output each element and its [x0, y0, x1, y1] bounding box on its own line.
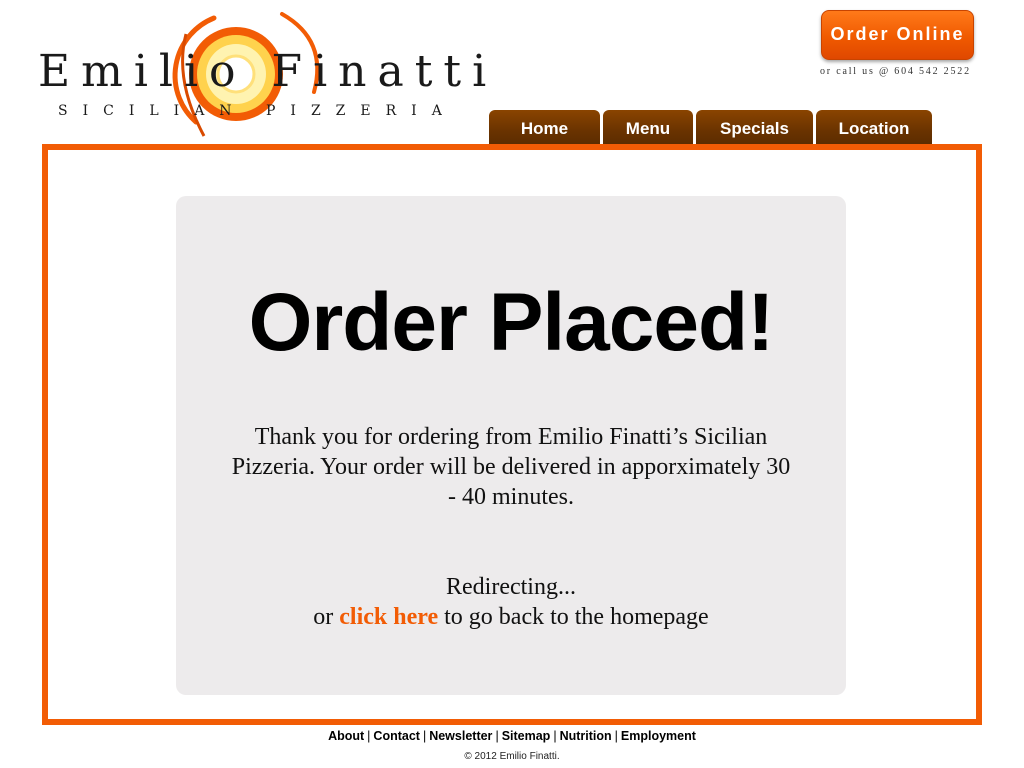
footer-link-newsletter[interactable]: Newsletter	[429, 729, 492, 743]
content-frame: Order Placed! Thank you for ordering fro…	[42, 144, 982, 725]
site-logo[interactable]: Emilio Finatti Sicilian Pizzeria	[36, 10, 486, 140]
footer-link-about[interactable]: About	[328, 729, 364, 743]
confirmation-message: Thank you for ordering from Emilio Finat…	[231, 424, 791, 510]
footer-separator: |	[422, 729, 427, 743]
footer-link-nutrition[interactable]: Nutrition	[560, 729, 612, 743]
footer-separator: |	[614, 729, 618, 743]
footer-links: About | Contact | Newsletter | Sitemap | Nutriti…	[0, 729, 1024, 743]
nav-tab-location[interactable]: Location	[816, 110, 932, 145]
footer-link-contact[interactable]: Contact	[373, 729, 420, 743]
redirect-status: Redirecting...	[446, 574, 576, 600]
nav-tab-menu[interactable]: Menu	[603, 110, 693, 145]
page-title: Order Placed!	[248, 277, 775, 368]
logo-tagline: Sicilian Pizzeria	[58, 103, 457, 119]
confirmation-card: Order Placed! Thank you for ordering fro…	[176, 196, 846, 695]
footer-link-sitemap[interactable]: Sitemap	[502, 729, 551, 743]
nav-tab-specials[interactable]: Specials	[696, 110, 813, 145]
nav-tab-home[interactable]: Home	[489, 110, 600, 145]
footer-link-employment[interactable]: Employment	[621, 729, 696, 743]
order-online-button[interactable]: Order Online	[821, 10, 974, 60]
link-suffix: to go back to the homepage	[444, 604, 709, 630]
copyright: © 2012 Emilio Finatti.	[464, 751, 560, 762]
redirect-link-line: or click here to go back to the homepage	[176, 602, 846, 632]
redirect-block: Redirecting... or click here to go back …	[176, 572, 846, 632]
link-prefix: or	[313, 604, 334, 630]
main-nav: Home Menu Specials Location	[489, 110, 932, 145]
homepage-link[interactable]: click here	[339, 604, 438, 630]
footer-separator: |	[495, 729, 499, 743]
phone-line: or call us @ 604 542 2522	[820, 66, 971, 77]
footer-separator: |	[553, 729, 557, 743]
logo-wordmark: Emilio Finatti	[38, 46, 498, 97]
